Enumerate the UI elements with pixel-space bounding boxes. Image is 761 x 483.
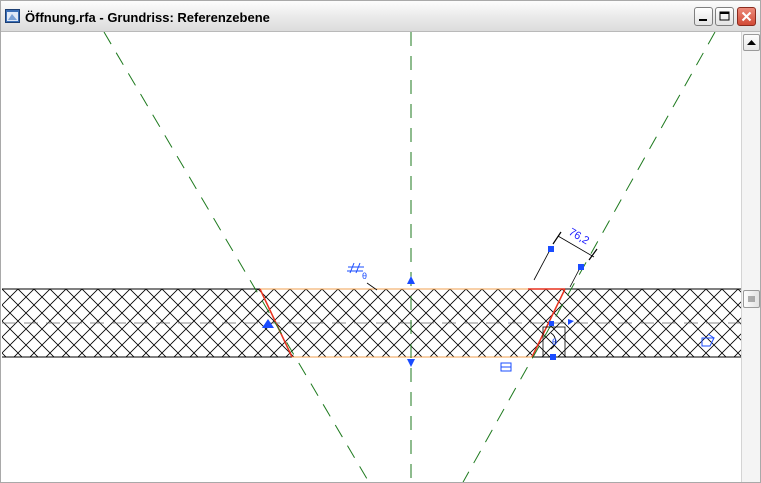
vertical-scrollbar[interactable] bbox=[741, 32, 760, 482]
close-button[interactable] bbox=[737, 7, 756, 26]
arrow-up-icon bbox=[747, 40, 756, 45]
title-bar[interactable]: Öffnung.rfa - Grundriss: Referenzebene bbox=[1, 1, 760, 32]
host-marker-icon[interactable] bbox=[500, 362, 512, 372]
close-icon bbox=[741, 11, 752, 22]
opening-label: θ bbox=[362, 271, 367, 281]
grip-icon bbox=[748, 296, 755, 302]
dimension-value: 76,2 bbox=[567, 226, 592, 247]
dimension-annotation[interactable]: 76,2 bbox=[533, 226, 598, 288]
maximize-icon bbox=[719, 11, 730, 21]
flip-arrow-up-icon[interactable] bbox=[407, 276, 415, 284]
angle-label: θ bbox=[552, 337, 557, 347]
scroll-thumb[interactable] bbox=[743, 290, 760, 308]
minimize-button[interactable] bbox=[694, 7, 713, 26]
revit-family-icon bbox=[5, 9, 20, 23]
flip-arrow-down-icon[interactable] bbox=[407, 359, 415, 367]
window-title: Öffnung.rfa - Grundriss: Referenzebene bbox=[25, 10, 270, 25]
scroll-up-button[interactable] bbox=[743, 34, 760, 51]
floor-plan-drawing: θ 76,2 θ bbox=[2, 32, 741, 483]
drawing-canvas[interactable]: θ 76,2 θ bbox=[2, 32, 741, 483]
reference-planes[interactable] bbox=[103, 32, 716, 483]
maximize-button[interactable] bbox=[715, 7, 734, 26]
minimize-icon bbox=[699, 19, 707, 21]
reference-plane-right-diagonal bbox=[462, 32, 716, 482]
revit-family-editor-window: Öffnung.rfa - Grundriss: Referenzebene θ… bbox=[0, 0, 761, 483]
reference-plane-left-diagonal bbox=[103, 32, 370, 482]
